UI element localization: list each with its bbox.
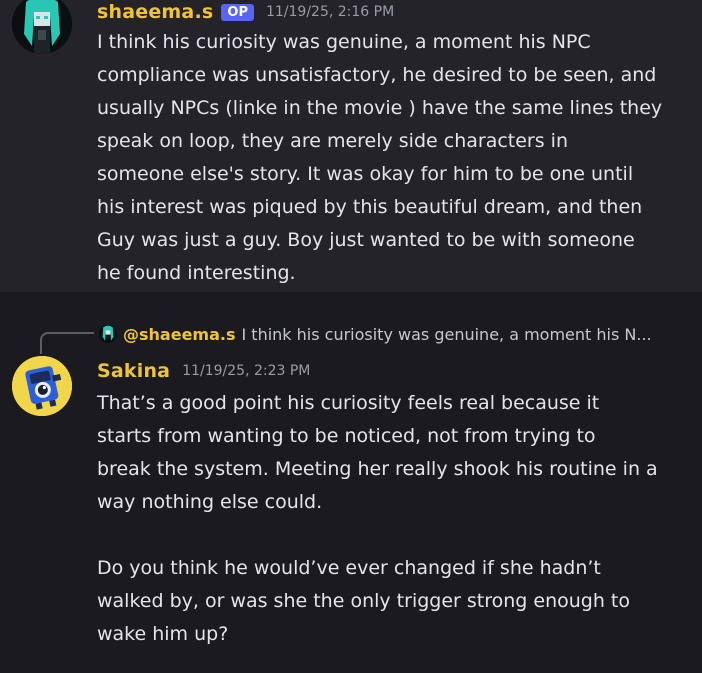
message-header: shaeema.s OP 11/19/25, 2:16 PM — [97, 0, 394, 24]
username[interactable]: Sakina — [97, 360, 170, 382]
teal-haired-character-icon — [12, 0, 72, 54]
message-line: someone else's story. It was okay for hi… — [97, 163, 634, 185]
message-line: his interest was piqued by this beautifu… — [97, 196, 643, 218]
username[interactable]: shaeema.s — [97, 1, 213, 23]
message-line: I think his curiosity was genuine, a mom… — [97, 31, 591, 53]
message-line: speak on loop, they are merely side char… — [97, 130, 568, 152]
message-content: I think his curiosity was genuine, a mom… — [97, 26, 697, 290]
message-shaeema: shaeema.s OP 11/19/25, 2:16 PM I think h… — [0, 0, 702, 292]
message-line: starts from wanting to be noticed, not f… — [97, 425, 596, 447]
message-line: he found interesting. — [97, 262, 296, 284]
reply-avatar-icon — [99, 325, 117, 343]
timestamp[interactable]: 11/19/25, 2:16 PM — [266, 4, 394, 20]
reply-connector-line — [40, 332, 94, 354]
message-header: Sakina 11/19/25, 2:23 PM — [97, 359, 310, 383]
message-line: Do you think he would’ve ever changed if… — [97, 557, 601, 579]
avatar-sakina[interactable] — [12, 356, 72, 416]
message-line: usually NPCs (linke in the movie ) have … — [97, 97, 663, 119]
message-line: Guy was just a guy. Boy just wanted to b… — [97, 229, 635, 251]
reply-snippet[interactable]: I think his curiosity was genuine, a mom… — [241, 325, 651, 344]
message-line: walked by, or was she the only trigger s… — [97, 590, 631, 612]
op-badge: OP — [221, 3, 254, 21]
message-line: wake him up? — [97, 623, 229, 645]
timestamp[interactable]: 11/19/25, 2:23 PM — [182, 363, 310, 379]
avatar-shaeema[interactable] — [12, 0, 72, 54]
message-line: That’s a good point his curiosity feels … — [97, 392, 600, 414]
reply-preview[interactable]: @shaeema.s I think his curiosity was gen… — [99, 322, 652, 346]
message-line: break the system. Meeting her really sho… — [97, 458, 658, 480]
reply-mention[interactable]: @shaeema.s — [123, 325, 235, 344]
message-line: way nothing else could. — [97, 491, 323, 513]
message-content: That’s a good point his curiosity feels … — [97, 387, 697, 651]
message-line: compliance was unsatisfactory, he desire… — [97, 64, 657, 86]
blue-robot-camera-icon — [12, 356, 72, 416]
